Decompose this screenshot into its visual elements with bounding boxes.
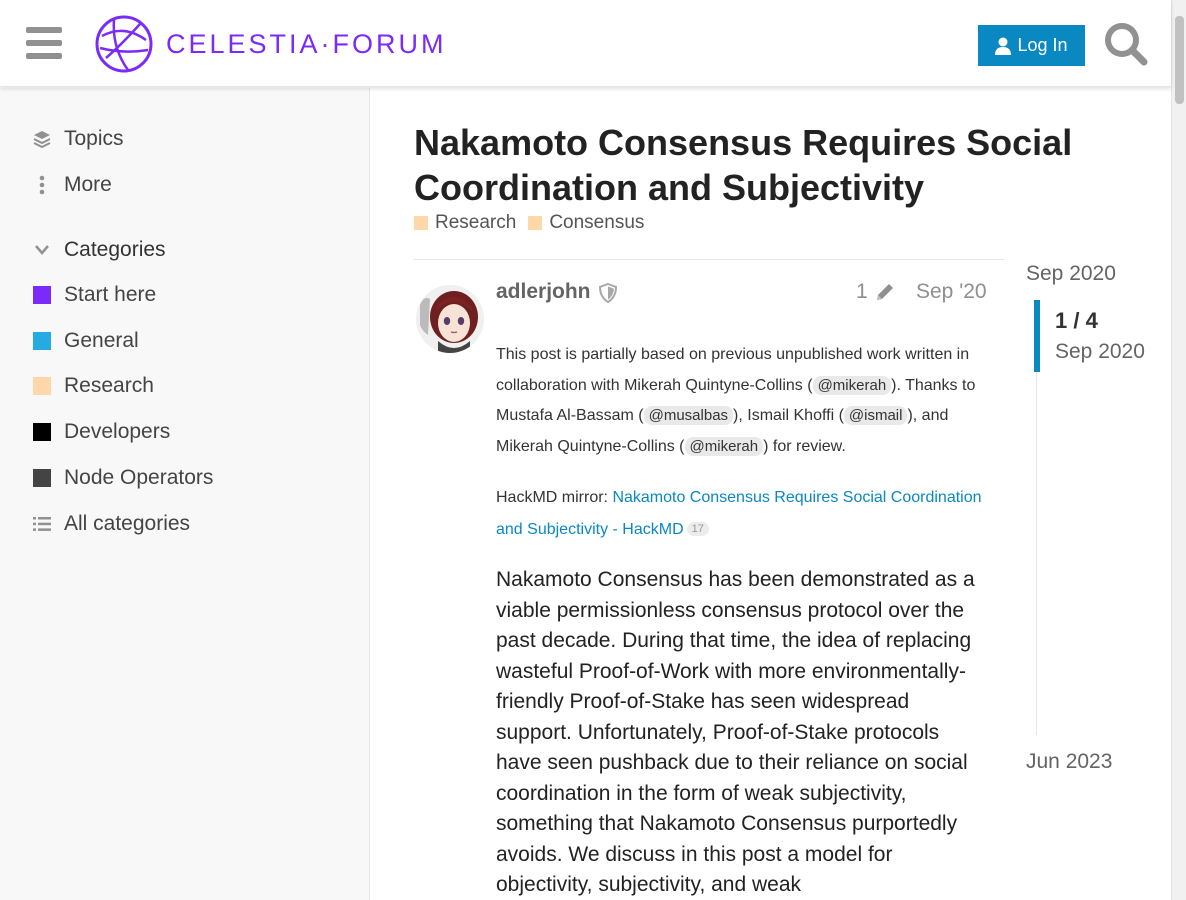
timeline-position-date: Sep 2020 [1055,340,1145,363]
category-swatch [414,216,428,230]
tag-research[interactable]: Research [414,212,516,234]
link-click-count: 17 [686,521,709,536]
categories-heading: Categories [64,238,166,261]
user-icon [995,37,1012,55]
sidebar-item-general[interactable]: General [32,326,139,356]
avatar[interactable] [416,285,484,353]
sidebar-item-developers[interactable]: Developers [32,417,170,447]
mention-musalbas[interactable]: @musalbas [643,406,734,425]
mention-mikerah[interactable]: @mikerah [812,375,892,395]
post-username[interactable]: adlerjohn [496,280,591,304]
topic-title[interactable]: Nakamoto Consensus Requires Social Coord… [414,120,1114,210]
sidebar-item-label: Start here [64,283,157,306]
post-main-paragraph: Nakamoto Consensus has been demonstrated… [496,568,975,896]
site-header: CELESTIA·FORUM Log In [0,0,1171,87]
site-logo[interactable]: CELESTIA·FORUM [94,14,447,74]
login-label: Log In [1017,35,1068,55]
logo-text: CELESTIA·FORUM [166,28,447,59]
topic-tags: Research Consensus [414,212,644,234]
edit-count: 1 [856,280,868,303]
sidebar-item-label: Topics [64,127,124,150]
vertical-ellipsis-icon [32,175,52,195]
login-button[interactable]: Log In [978,25,1085,66]
category-swatch [33,286,51,304]
timeline-scroller-handle[interactable] [1034,300,1040,372]
category-swatch [33,332,51,350]
intro-text: ) for review. [763,437,846,455]
hamburger-menu-icon[interactable] [26,27,62,59]
sidebar-item-label: General [64,329,139,352]
sidebar-item-more[interactable]: More [32,170,112,200]
sidebar-item-all-categories[interactable]: All categories [32,509,190,539]
sidebar-item-label: More [64,173,112,196]
category-swatch [33,469,51,487]
tag-label: Research [435,212,517,233]
search-icon[interactable] [1104,22,1148,66]
timeline-start-date[interactable]: Sep 2020 [1026,262,1116,286]
tag-consensus[interactable]: Consensus [528,212,644,234]
categories-toggle[interactable]: Categories [32,235,166,265]
pencil-icon [876,284,893,300]
shield-icon [598,283,618,303]
topic-divider [414,259,1004,260]
list-icon [32,514,52,534]
layers-icon [32,129,52,149]
mention-ismail[interactable]: @ismail [843,406,908,425]
sidebar-item-start-here[interactable]: Start here [32,280,156,310]
avatar-anime-icon [416,285,484,353]
post-mirror-paragraph: HackMD mirror: Nakamoto Consensus Requir… [496,483,988,545]
post-edit-history[interactable]: 1 [856,280,896,304]
sidebar-item-label: Node Operators [64,466,214,489]
sidebar-item-research[interactable]: Research [32,371,154,401]
category-swatch [33,423,51,441]
sidebar-item-label: All categories [64,512,191,535]
celestia-logo-icon [95,15,153,73]
mirror-prefix: HackMD mirror: [496,489,613,506]
timeline-end-date[interactable]: Jun 2023 [1026,750,1112,774]
sidebar-item-topics[interactable]: Topics [32,124,124,154]
sidebar: Topics More Categories Start here Genera… [0,88,370,900]
sidebar-item-label: Research [64,374,154,397]
sidebar-item-node-operators[interactable]: Node Operators [32,463,213,493]
page-scrollbar[interactable] [1171,0,1186,900]
post-date[interactable]: Sep '20 [916,280,987,304]
scrollbar-thumb[interactable] [1175,16,1184,104]
intro-text: ), Ismail Khoffi ( [733,407,844,424]
sidebar-item-label: Developers [64,420,171,443]
category-swatch [33,377,51,395]
chevron-down-icon [32,240,52,260]
post-body: This post is partially based on previous… [496,340,988,900]
post-intro-paragraph: This post is partially based on previous… [496,340,988,462]
timeline-position: 1 / 4 [1055,308,1098,333]
mention-mikerah[interactable]: @mikerah [684,436,764,456]
tag-label: Consensus [549,212,645,233]
category-swatch [528,216,543,230]
